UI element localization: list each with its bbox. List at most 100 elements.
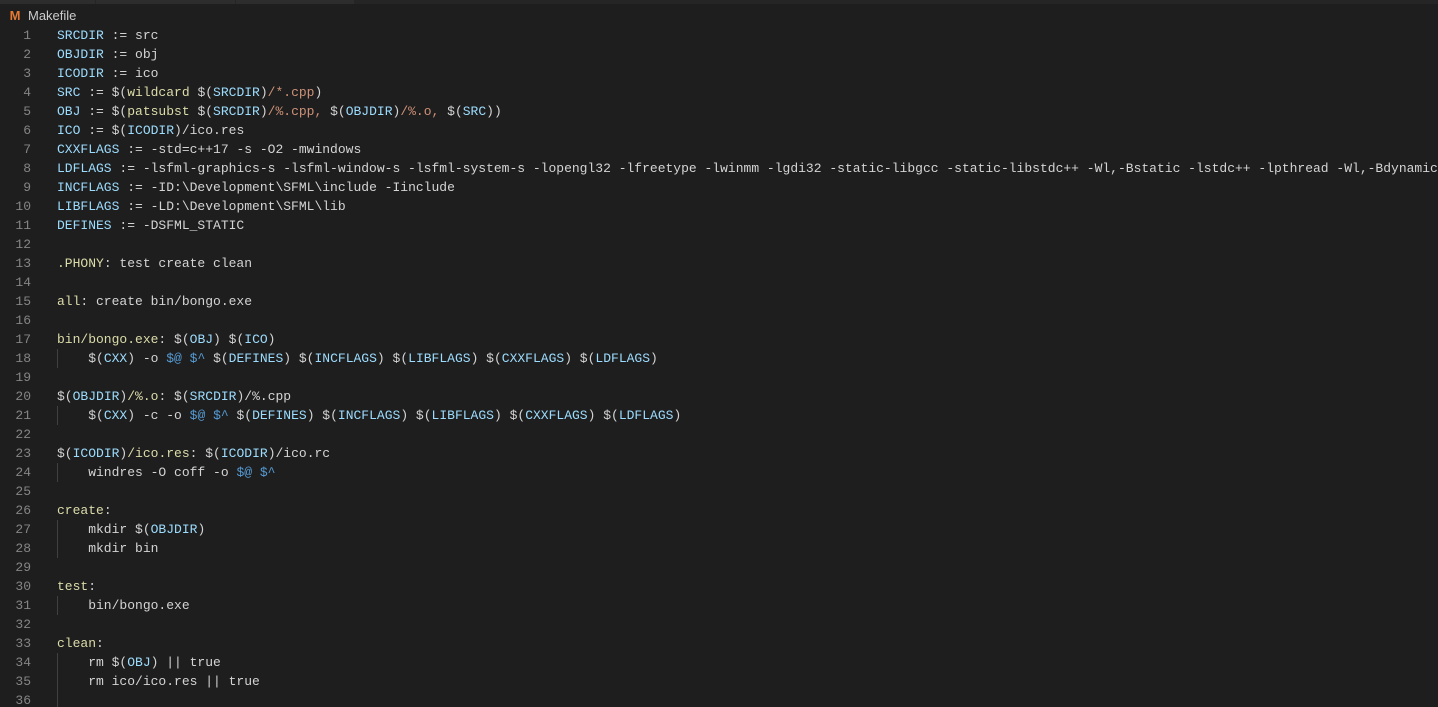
makefile-icon: M <box>9 7 21 23</box>
code-token: OBJ <box>127 655 151 670</box>
code-line[interactable]: 30 test: <box>0 577 1438 596</box>
code-line[interactable]: 14 <box>0 273 1438 292</box>
code-line[interactable]: 18 $(CXX) -o $@ $^ $(DEFINES) $(INCFLAGS… <box>0 349 1438 368</box>
code-line[interactable]: 31 bin/bongo.exe <box>0 596 1438 615</box>
code-line[interactable]: 1 SRCDIR := src <box>0 26 1438 45</box>
code-line[interactable]: 11 DEFINES := -DSFML_STATIC <box>0 216 1438 235</box>
code-token: ) <box>259 85 268 100</box>
code-line[interactable]: 19 <box>0 368 1438 387</box>
line-number: 8 <box>23 161 31 176</box>
code-token: := -DSFML_STATIC <box>111 218 245 233</box>
code-token: ) $( <box>587 408 619 423</box>
code-token: SRCDIR <box>57 28 104 43</box>
breadcrumb-filename[interactable]: Makefile <box>28 8 76 23</box>
code-line[interactable]: 36 <box>0 691 1438 707</box>
code-text: LIBFLAGS := -LD:\Development\SFML\lib <box>57 197 346 216</box>
code-token: CXXFLAGS <box>57 142 120 157</box>
code-token: ) <box>259 104 268 119</box>
code-line[interactable]: 7 CXXFLAGS := -std=c++17 -s -O2 -mwindows <box>0 140 1438 159</box>
code-token: LDFLAGS <box>618 408 674 423</box>
code-token: OBJDIR <box>57 47 104 62</box>
line-number: 15 <box>15 294 31 309</box>
code-line[interactable]: 5 OBJ := $(patsubst $(SRCDIR)/%.cpp, $(OB… <box>0 102 1438 121</box>
code-token: := $( <box>80 85 128 100</box>
line-number: 31 <box>15 598 31 613</box>
code-line[interactable]: 25 <box>0 482 1438 501</box>
code-line[interactable]: 13 .PHONY: test create clean <box>0 254 1438 273</box>
code-text: $(OBJDIR)/%.o: $(SRCDIR)/%.cpp <box>57 387 291 406</box>
code-token: $( <box>189 104 214 119</box>
code-token: : $( <box>158 332 190 347</box>
code-line[interactable]: 20 $(OBJDIR)/%.o: $(SRCDIR)/%.cpp <box>0 387 1438 406</box>
code-text: $(ICODIR)/ico.res: $(ICODIR)/ico.rc <box>57 444 330 463</box>
code-token: $^ <box>213 408 229 423</box>
line-number: 33 <box>15 636 31 651</box>
line-number: 36 <box>15 693 31 707</box>
code-token: $( <box>57 408 104 423</box>
code-line[interactable]: 17 bin/bongo.exe: $(OBJ) $(ICO) <box>0 330 1438 349</box>
code-token: LIBFLAGS <box>408 351 471 366</box>
code-line[interactable]: 4 SRC := $(wildcard $(SRCDIR)/*.cpp) <box>0 83 1438 102</box>
code-token: ICO <box>244 332 268 347</box>
code-line[interactable]: 29 <box>0 558 1438 577</box>
line-number: 21 <box>15 408 31 423</box>
code-text: rm $(OBJ) || true <box>57 653 221 672</box>
code-token: ICODIR <box>220 446 268 461</box>
code-line[interactable]: 33 clean: <box>0 634 1438 653</box>
code-token: : <box>96 636 104 651</box>
line-number: 17 <box>15 332 31 347</box>
code-line[interactable]: 32 <box>0 615 1438 634</box>
code-token: ) -o <box>127 351 167 366</box>
code-text: create: <box>57 501 112 520</box>
code-text: clean: <box>57 634 104 653</box>
code-token: $( <box>205 351 229 366</box>
code-line[interactable]: 9 INCFLAGS := -ID:\Development\SFML\inclu… <box>0 178 1438 197</box>
code-text: bin/bongo.exe: $(OBJ) $(ICO) <box>57 330 275 349</box>
code-token: : <box>103 503 112 518</box>
code-line[interactable]: 6 ICO := $(ICODIR)/ico.res <box>0 121 1438 140</box>
code-token: $@ <box>236 465 253 480</box>
code-token: rm ico/ico.res || true <box>57 674 260 689</box>
code-token: LIBFLAGS <box>431 408 494 423</box>
code-token: patsubst <box>127 104 190 119</box>
code-token: : $( <box>158 389 190 404</box>
code-editor[interactable]: 1 SRCDIR := src 2 OBJDIR := obj 3 ICODIR := i… <box>0 26 1438 707</box>
code-token: SRCDIR <box>213 85 260 100</box>
code-token: DEFINES <box>228 351 284 366</box>
code-text: $(CXX) -c -o $@ $^ $(DEFINES) $(INCFLAGS… <box>57 406 681 425</box>
line-number: 23 <box>15 446 31 461</box>
line-number: 12 <box>15 237 31 252</box>
code-line[interactable]: 15 all: create bin/bongo.exe <box>0 292 1438 311</box>
code-token: ICODIR <box>57 66 104 81</box>
code-line[interactable]: 3 ICODIR := ico <box>0 64 1438 83</box>
code-line[interactable]: 10 LIBFLAGS := -LD:\Development\SFML\lib <box>0 197 1438 216</box>
code-line[interactable]: 12 <box>0 235 1438 254</box>
code-token: ICO <box>57 123 81 138</box>
code-token: ) <box>314 85 323 100</box>
code-line[interactable]: 2 OBJDIR := obj <box>0 45 1438 64</box>
code-token: ) $( <box>564 351 596 366</box>
code-line[interactable]: 34 rm $(OBJ) || true <box>0 653 1438 672</box>
code-line[interactable]: 28 mkdir bin <box>0 539 1438 558</box>
code-line[interactable]: 35 rm ico/ico.res || true <box>0 672 1438 691</box>
code-line[interactable]: 26 create: <box>0 501 1438 520</box>
code-line[interactable]: 16 <box>0 311 1438 330</box>
code-token: : test create clean <box>103 256 253 271</box>
code-token: CXX <box>103 408 128 423</box>
code-text: CXXFLAGS := -std=c++17 -s -O2 -mwindows <box>57 140 361 159</box>
breadcrumb[interactable]: M Makefile <box>8 6 77 24</box>
code-line[interactable]: 8 LDFLAGS := -lsfml-graphics-s -lsfml-win… <box>0 159 1438 178</box>
code-line[interactable]: 21 $(CXX) -c -o $@ $^ $(DEFINES) $(INCFL… <box>0 406 1438 425</box>
code-line[interactable]: 23 $(ICODIR)/ico.res: $(ICODIR)/ico.rc <box>0 444 1438 463</box>
code-line[interactable]: 22 <box>0 425 1438 444</box>
code-line[interactable]: 27 mkdir $(OBJDIR) <box>0 520 1438 539</box>
code-text: mkdir bin <box>57 539 158 558</box>
code-line[interactable]: 24 windres -O coff -o $@ $^ <box>0 463 1438 482</box>
code-token: /*.cpp <box>267 85 315 100</box>
code-token: $( <box>189 85 214 100</box>
code-token: OBJDIR <box>72 389 120 404</box>
tab-strip-segment <box>0 0 95 4</box>
code-text: $(CXX) -o $@ $^ $(DEFINES) $(INCFLAGS) $… <box>57 349 658 368</box>
